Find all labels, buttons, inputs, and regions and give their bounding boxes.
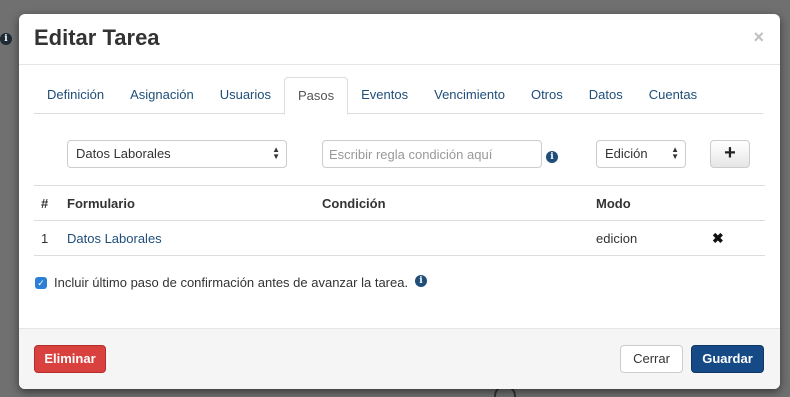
confirmation-info-icon[interactable]: i <box>415 275 427 287</box>
add-step-button[interactable]: + <box>710 140 750 168</box>
header-number: # <box>41 196 49 211</box>
header-mode: Modo <box>596 196 631 211</box>
tab-bar: Definición Asignación Usuarios Pasos Eve… <box>34 77 763 115</box>
condition-info-icon[interactable]: i <box>546 151 558 163</box>
mode-select[interactable]: Edición ▲ ▼ <box>596 140 686 168</box>
close-icon[interactable]: × <box>753 27 764 48</box>
tab-usuarios[interactable]: Usuarios <box>207 77 284 114</box>
select-arrows-icon: ▲ ▼ <box>671 145 679 161</box>
table-header-row: # Formulario Condición Modo <box>34 186 765 221</box>
modal-title: Editar Tarea <box>34 25 160 50</box>
row-number: 1 <box>41 231 49 246</box>
confirmation-checkbox[interactable]: ✓ <box>35 277 47 289</box>
form-select[interactable]: Datos Laborales ▲ ▼ <box>67 140 287 168</box>
mode-select-value: Edición <box>605 146 648 161</box>
close-button[interactable]: Cerrar <box>620 345 683 373</box>
tab-eventos[interactable]: Eventos <box>348 77 421 114</box>
tab-definicion[interactable]: Definición <box>34 77 117 114</box>
row-form-link[interactable]: Datos Laborales <box>67 221 162 256</box>
table-row: 1 Datos Laborales edicion ✖ <box>34 221 765 256</box>
delete-row-icon[interactable]: ✖ <box>712 231 724 245</box>
edit-task-modal: Editar Tarea × Definición Asignación Usu… <box>19 14 780 389</box>
confirmation-checkbox-label[interactable]: Incluir último paso de confirmación ante… <box>54 275 408 290</box>
tab-asignacion[interactable]: Asignación <box>117 77 207 114</box>
tab-pasos[interactable]: Pasos <box>284 77 349 115</box>
condition-input[interactable] <box>322 140 542 168</box>
save-button[interactable]: Guardar <box>691 345 764 373</box>
form-select-value: Datos Laborales <box>76 146 171 161</box>
tab-vencimiento[interactable]: Vencimiento <box>421 77 518 114</box>
tab-otros[interactable]: Otros <box>518 77 576 114</box>
select-arrows-icon: ▲ ▼ <box>272 145 280 161</box>
steps-table: # Formulario Condición Modo 1 Datos Labo… <box>34 185 765 256</box>
delete-button[interactable]: Eliminar <box>34 345 106 373</box>
row-mode: edicion <box>596 231 638 246</box>
header-condition: Condición <box>322 196 386 211</box>
modal-footer: Eliminar Cerrar Guardar <box>19 328 780 389</box>
header-form: Formulario <box>67 196 135 211</box>
background-info-icon: i <box>0 33 12 45</box>
tab-datos[interactable]: Datos <box>576 77 636 114</box>
tab-cuentas[interactable]: Cuentas <box>636 77 710 114</box>
modal-header: Editar Tarea × <box>19 14 780 65</box>
